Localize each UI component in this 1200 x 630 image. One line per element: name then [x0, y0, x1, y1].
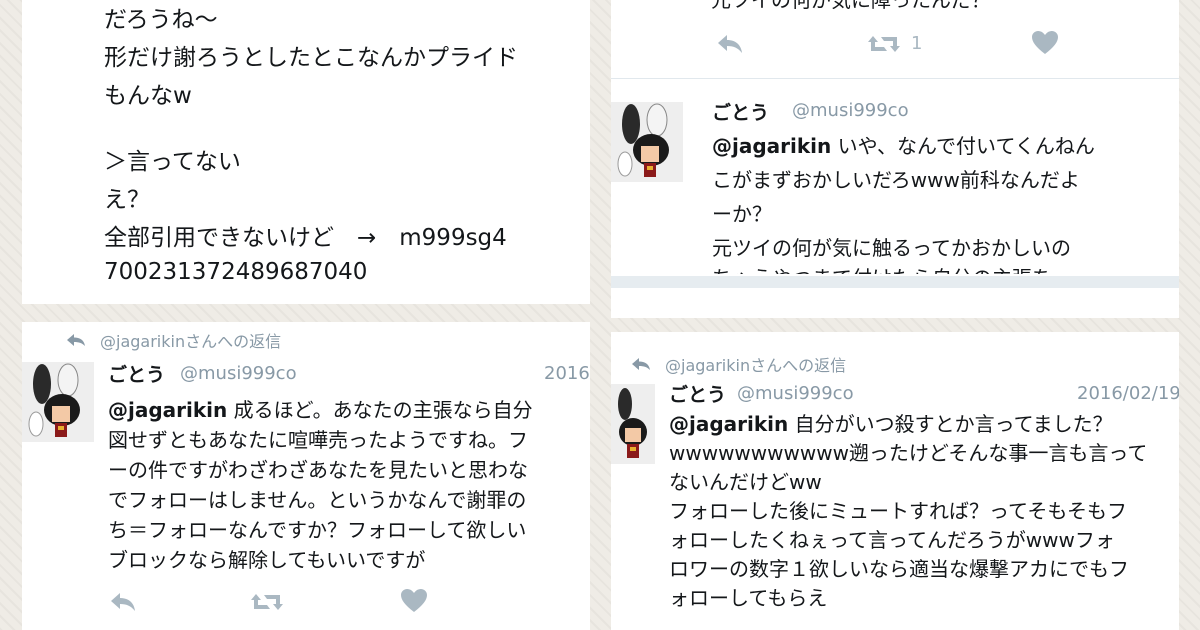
mention-link[interactable]: @jagarikin — [108, 398, 227, 422]
tweet-text-line: ＞言ってない — [104, 149, 241, 175]
tweet-body-line: ちゃうやつまで付けたら自分の主張を — [712, 264, 1052, 274]
tweet-text-line: だろうね〜 — [104, 7, 218, 33]
user-handle[interactable]: @musi999co — [792, 100, 909, 121]
tweet-panel-bottom-right: @jagarikinさんへの返信 ごとう @musi999co 2016/02/… — [611, 332, 1179, 630]
display-name[interactable]: ごとう — [712, 98, 769, 125]
avatar[interactable] — [611, 102, 683, 182]
tweet-body-line: ち＝フォローなんですか？フォローして欲しい — [108, 518, 527, 542]
heart-icon[interactable] — [1031, 30, 1059, 60]
tweet-body-line: 図せずともあなたに喧嘩売ったようですね。フ — [108, 428, 528, 452]
user-handle[interactable]: @musi999co — [737, 383, 854, 404]
tweet-body-line: ブロックなら解除してもいいですが — [108, 548, 426, 572]
timeline-gap — [611, 276, 1179, 288]
tweet-text-line: 全部引用できないけど → m999sg4 — [104, 225, 507, 251]
mention-link[interactable]: @jagarikin — [712, 134, 831, 158]
reply-context: @jagarikinさんへの返信 — [66, 328, 281, 352]
tweet-body-line: @jagarikin いや、なんで付いてくんねん — [712, 132, 1095, 160]
tweet-body-line: ォローしてもらえ — [669, 586, 828, 610]
tweet-body-line: ないんだけどww — [669, 470, 822, 494]
tweet-text-line: 700231372489687040 — [104, 259, 368, 285]
reply-context: @jagarikinさんへの返信 — [631, 352, 846, 376]
reply-to-label[interactable]: @jagarikinさんへの返信 — [100, 332, 281, 351]
display-name[interactable]: ごとう — [669, 380, 726, 407]
tweet-text-line: 形だけ謝ろうとしたとこなんかプライド — [104, 45, 518, 71]
tweet-body-line: ォローしたくねぇって言ってんだろうがwwwフォ — [669, 528, 1115, 552]
reply-to-label[interactable]: @jagarikinさんへの返信 — [665, 356, 846, 375]
heart-icon[interactable] — [400, 588, 428, 618]
tweet-body-line: @jagarikin 自分がいつ殺すとか言ってました？ — [669, 410, 1113, 438]
tweet-body-line: ロワーの数字１欲しいなら適当な爆撃アカにでもフ — [669, 557, 1129, 581]
mention-link[interactable]: @jagarikin — [669, 412, 788, 436]
next-tweet-edge — [611, 288, 1179, 318]
previous-tweet-text: 元ツイの何が気に障ったんだ？ — [711, 0, 991, 12]
user-handle[interactable]: @musi999co — [180, 363, 297, 384]
tweet-panel-top-right: 元ツイの何が気に障ったんだ？ 1 ごとう @musi999co @jagarik… — [611, 0, 1179, 318]
tweet-date[interactable]: 2016/02/19 — [1077, 383, 1179, 404]
tweet-body-line: 元ツイの何が気に触るってかおかしいの — [712, 236, 1071, 260]
tweet-panel-bottom-left: @jagarikinさんへの返信 ごとう @musi999co 2016 @ja… — [22, 322, 590, 630]
display-name[interactable]: ごとう — [108, 360, 165, 387]
tweet-body-line: ーの件ですがわざわざあなたを見たいと思わな — [108, 458, 528, 482]
retweet-icon[interactable] — [250, 590, 284, 618]
tweet-text: いや、なんで付いてくんねん — [837, 134, 1095, 158]
tweet-panel-top-left: だろうね〜 形だけ謝ろうとしたとこなんかプライド もんなw ＞言ってない え？ … — [22, 0, 590, 304]
reply-arrow-icon — [631, 356, 651, 375]
tweet-body-line: wwwwwwwwwww遡ったけどそんな事一言も言って — [669, 441, 1148, 465]
tweet-date[interactable]: 2016 — [544, 363, 590, 384]
tweet-body-line: フォローした後にミュートすれば？ってそもそもフ — [669, 499, 1127, 523]
tweet-divider — [611, 78, 1179, 79]
reply-arrow-icon — [66, 332, 86, 351]
tweet-body-line: ーか？ — [712, 202, 772, 226]
avatar[interactable] — [611, 384, 655, 464]
tweet-body-line: こがまずおかしいだろwww前科なんだよ — [712, 168, 1080, 192]
retweet-count: 1 — [911, 33, 923, 54]
tweet-text: 成るほど。あなたの主張なら自分 — [233, 398, 533, 422]
tweet-body-line: でフォローはしません。というかなんで謝罪の — [108, 488, 527, 512]
reply-icon[interactable] — [108, 590, 138, 618]
tweet-text-line: え？ — [104, 187, 150, 213]
tweet-text-line: もんなw — [104, 83, 192, 109]
tweet-text: 自分がいつ殺すとか言ってました？ — [794, 412, 1113, 436]
tweet-body-line: @jagarikin 成るほど。あなたの主張なら自分 — [108, 396, 533, 424]
avatar[interactable] — [22, 362, 94, 442]
retweet-icon[interactable] — [867, 32, 901, 60]
reply-icon[interactable] — [715, 32, 745, 60]
